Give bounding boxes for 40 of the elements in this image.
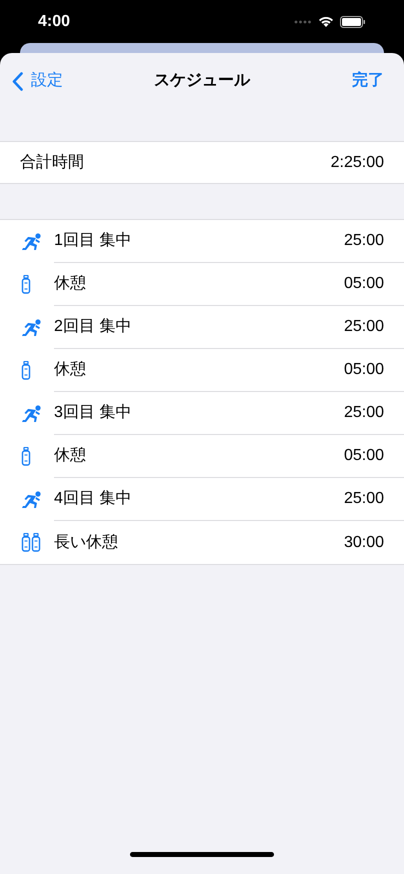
schedule-label: 3回目 集中 xyxy=(54,402,132,423)
schedule-row[interactable]: 2回目 集中 25:00 xyxy=(0,306,404,349)
status-time: 4:00 xyxy=(38,12,70,32)
bottle-icon xyxy=(21,275,31,294)
schedule-label: 休憩 xyxy=(54,446,86,466)
schedule-duration: 30:00 xyxy=(344,532,384,552)
runner-icon xyxy=(21,404,43,422)
schedule-label: 1回目 集中 xyxy=(54,230,132,251)
schedule-duration: 25:00 xyxy=(344,403,384,423)
nav-title: スケジュール xyxy=(154,71,250,91)
schedule-label: 4回目 集中 xyxy=(54,488,132,509)
schedule-row[interactable]: 休憩 05:00 xyxy=(0,263,404,306)
total-value: 2:25:00 xyxy=(330,152,384,172)
schedule-duration: 25:00 xyxy=(344,317,384,337)
bottle-icon xyxy=(21,361,31,380)
runner-icon xyxy=(21,318,43,336)
schedule-row[interactable]: 3回目 集中 25:00 xyxy=(0,392,404,435)
signal-icon xyxy=(294,20,312,24)
schedule-label: 2回目 集中 xyxy=(54,316,132,337)
schedule-duration: 05:00 xyxy=(344,360,384,380)
schedule-row[interactable]: 長い休憩 30:00 xyxy=(0,521,404,564)
bottles-icon xyxy=(21,533,41,552)
total-label: 合計時間 xyxy=(20,152,84,172)
schedule-duration: 25:00 xyxy=(344,489,384,509)
schedule-label: 休憩 xyxy=(54,274,86,294)
wifi-icon xyxy=(318,16,334,28)
schedule-row[interactable]: 休憩 05:00 xyxy=(0,349,404,392)
schedule-row[interactable]: 4回目 集中 25:00 xyxy=(0,478,404,521)
runner-icon xyxy=(21,490,43,508)
schedule-duration: 05:00 xyxy=(344,274,384,294)
schedule-duration: 05:00 xyxy=(344,446,384,466)
schedule-row[interactable]: 休憩 05:00 xyxy=(0,435,404,478)
schedule-label: 休憩 xyxy=(54,360,86,380)
battery-icon xyxy=(340,16,366,28)
schedule-duration: 25:00 xyxy=(344,231,384,251)
runner-icon xyxy=(21,232,43,250)
schedule-row[interactable]: 1回目 集中 25:00 xyxy=(0,220,404,263)
schedule-label: 長い休憩 xyxy=(54,532,118,552)
bottle-icon xyxy=(21,447,31,466)
chevron-left-icon xyxy=(12,72,23,90)
